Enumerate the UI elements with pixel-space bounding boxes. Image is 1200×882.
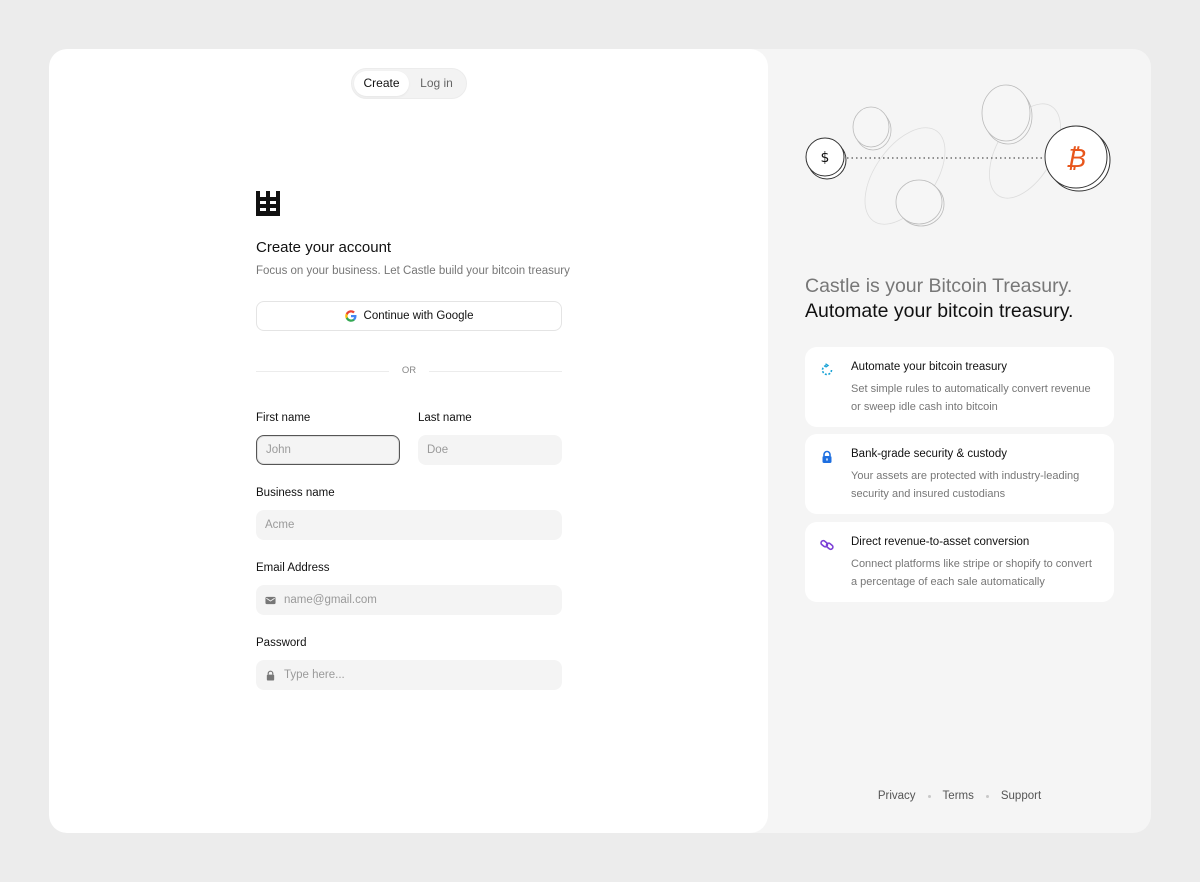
footer-separator <box>927 794 931 798</box>
lock-icon <box>266 670 275 681</box>
email-label: Email Address <box>256 562 330 574</box>
business-name-label: Business name <box>256 487 335 499</box>
hero-headline: Castle is your Bitcoin Treasury. <box>805 275 1073 297</box>
hero-subheadline: Automate your bitcoin treasury. <box>805 300 1074 322</box>
signup-panel: Create Log in Create your account Focus … <box>49 49 768 833</box>
terms-link[interactable]: Terms <box>943 790 974 802</box>
footer-links: Privacy Terms Support <box>768 790 1151 802</box>
privacy-link[interactable]: Privacy <box>878 790 916 802</box>
business-name-field <box>256 510 562 540</box>
info-panel: $ ₿ Castle is your Bitcoin Treasury. Aut… <box>768 49 1151 833</box>
main-card: Create Log in Create your account Focus … <box>49 49 1151 833</box>
password-input[interactable] <box>284 669 553 681</box>
email-field <box>256 585 562 615</box>
or-divider: OR <box>256 365 562 377</box>
svg-text:₿: ₿ <box>1066 144 1086 174</box>
first-name-field <box>256 435 400 465</box>
page-subtitle: Focus on your business. Let Castle build… <box>256 265 570 277</box>
business-name-input[interactable] <box>265 519 553 531</box>
google-icon <box>344 310 357 322</box>
feature-description: Your assets are protected with industry-… <box>851 470 1080 500</box>
refresh-icon <box>821 363 833 376</box>
last-name-label: Last name <box>418 412 472 424</box>
feature-title: Direct revenue-to-asset conversion <box>851 536 1030 548</box>
tab-create[interactable]: Create <box>354 71 409 96</box>
password-label: Password <box>256 637 307 649</box>
feature-title: Automate your bitcoin treasury <box>851 361 1007 373</box>
feature-card-conversion: Direct revenue-to-asset conversion Conne… <box>805 522 1114 602</box>
link-icon <box>820 539 834 551</box>
feature-card-security: Bank-grade security & custody Your asset… <box>805 434 1114 514</box>
lock-icon <box>822 450 832 463</box>
last-name-field <box>418 435 562 465</box>
feature-title: Bank-grade security & custody <box>851 448 1007 460</box>
google-button-label: Continue with Google <box>363 310 474 322</box>
divider-line-right <box>429 371 562 372</box>
tab-login[interactable]: Log in <box>409 71 464 96</box>
support-link[interactable]: Support <box>1001 790 1041 802</box>
svg-text:$: $ <box>821 150 830 166</box>
dollar-to-bitcoin-illustration: $ ₿ <box>805 84 1111 227</box>
feature-description: Set simple rules to automatically conver… <box>851 383 1091 413</box>
castle-logo-icon <box>256 191 280 216</box>
feature-description: Connect platforms like stripe or shopify… <box>851 558 1092 588</box>
password-field <box>256 660 562 690</box>
page-title: Create your account <box>256 239 392 256</box>
last-name-input[interactable] <box>427 444 553 456</box>
auth-tabs: Create Log in <box>351 68 467 99</box>
google-signin-button[interactable]: Continue with Google <box>256 301 562 331</box>
footer-separator <box>985 794 989 798</box>
first-name-label: First name <box>256 412 311 424</box>
feature-card-automate: Automate your bitcoin treasury Set simpl… <box>805 347 1114 427</box>
mail-icon <box>265 596 276 604</box>
first-name-input[interactable] <box>266 444 390 456</box>
email-input[interactable] <box>284 594 553 606</box>
